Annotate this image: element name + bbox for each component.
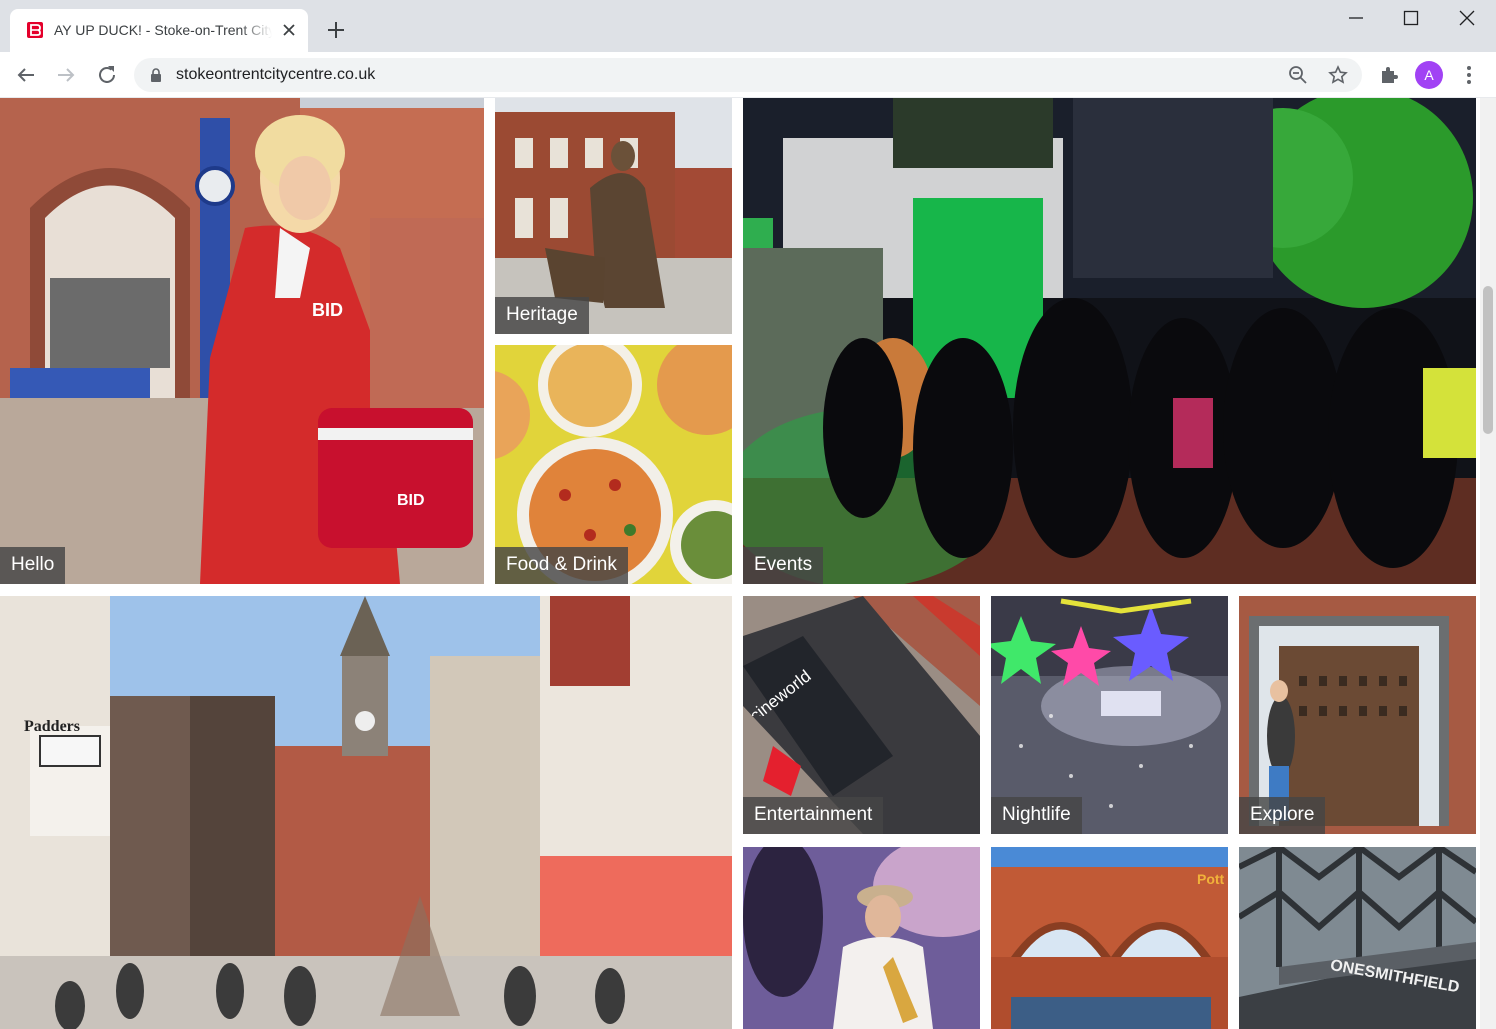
- browser-tab[interactable]: AY UP DUCK! - Stoke-on-Trent City Centre: [10, 9, 308, 52]
- svg-text:Pott: Pott: [1197, 871, 1225, 887]
- tile-hello[interactable]: BID BID Hello: [0, 98, 484, 584]
- tile-label-heritage: Heritage: [495, 297, 589, 334]
- onesmithfield-sign: ONESMITHFIELD: [1329, 957, 1461, 996]
- browser-toolbar: stokeontrentcitycentre.co.uk A: [0, 52, 1496, 98]
- reload-icon[interactable]: [95, 63, 119, 87]
- url-text: stokeontrentcitycentre.co.uk: [176, 66, 376, 83]
- tile-label-hello: Hello: [0, 547, 66, 584]
- minimize-icon[interactable]: [1346, 8, 1366, 28]
- padders-shop-sign: Padders: [24, 718, 80, 735]
- music-photo: [743, 847, 980, 1029]
- hello-photo: [0, 98, 484, 584]
- tile-nightlife[interactable]: Nightlife: [991, 596, 1228, 834]
- tile-label-food-drink: Food & Drink: [495, 547, 628, 584]
- bag-bid-logo: BID: [397, 492, 425, 508]
- tile-music[interactable]: [743, 847, 980, 1029]
- forward-arrow-icon[interactable]: [54, 63, 78, 87]
- lock-icon[interactable]: [148, 67, 164, 83]
- city-street-photo: [0, 596, 732, 1029]
- svg-text:ONESMITHFIELD: ONESMITHFIELD: [1329, 957, 1461, 996]
- svg-text:BID: BID: [397, 492, 425, 508]
- close-tab-icon[interactable]: [280, 21, 298, 39]
- scrollbar-thumb[interactable]: [1483, 286, 1493, 434]
- tab-strip: AY UP DUCK! - Stoke-on-Trent City Centre: [0, 0, 1496, 52]
- jacket-bid-logo: BID: [312, 300, 343, 320]
- svg-text:Padders: Padders: [24, 718, 80, 735]
- svg-text:BID: BID: [312, 300, 343, 320]
- maximize-icon[interactable]: [1401, 8, 1421, 28]
- tile-city-street[interactable]: Padders: [0, 596, 732, 1029]
- back-arrow-icon[interactable]: [14, 63, 38, 87]
- vertical-scrollbar[interactable]: [1480, 98, 1496, 1029]
- tab-title: AY UP DUCK! - Stoke-on-Trent City Centre: [54, 22, 272, 38]
- potteries-sign: Pott: [1197, 871, 1225, 887]
- tile-food-drink[interactable]: Food & Drink: [495, 345, 732, 584]
- page-content: BID BID Hello Heritage Food & Drink Even…: [0, 98, 1480, 1029]
- tile-potteries-centre[interactable]: Pott: [991, 847, 1228, 1029]
- tile-entertainment[interactable]: cineworld Entertainment: [743, 596, 980, 834]
- cineworld-sign: cineworld: [746, 666, 814, 716]
- one-smithfield-photo: [1239, 847, 1476, 1029]
- potteries-centre-photo: [991, 847, 1228, 1029]
- extensions-puzzle-icon[interactable]: [1377, 63, 1401, 87]
- profile-avatar[interactable]: A: [1415, 61, 1443, 89]
- tile-label-explore: Explore: [1239, 797, 1326, 834]
- tile-heritage[interactable]: Heritage: [495, 98, 732, 334]
- tile-label-entertainment: Entertainment: [743, 797, 884, 834]
- tile-explore[interactable]: Explore: [1239, 596, 1476, 834]
- tile-one-smithfield[interactable]: ONESMITHFIELD: [1239, 847, 1476, 1029]
- new-tab-icon[interactable]: [325, 19, 347, 41]
- bookmark-star-icon[interactable]: [1328, 65, 1348, 85]
- close-window-icon[interactable]: [1457, 8, 1477, 28]
- more-menu-icon[interactable]: [1457, 63, 1481, 87]
- tile-events[interactable]: Events: [743, 98, 1476, 584]
- zoom-icon[interactable]: [1288, 65, 1308, 85]
- events-photo: [743, 98, 1476, 584]
- tile-label-events: Events: [743, 547, 824, 584]
- tile-label-nightlife: Nightlife: [991, 797, 1082, 834]
- site-favicon-icon: [27, 22, 43, 38]
- address-bar[interactable]: stokeontrentcitycentre.co.uk: [134, 58, 1362, 92]
- svg-text:cineworld: cineworld: [746, 666, 814, 716]
